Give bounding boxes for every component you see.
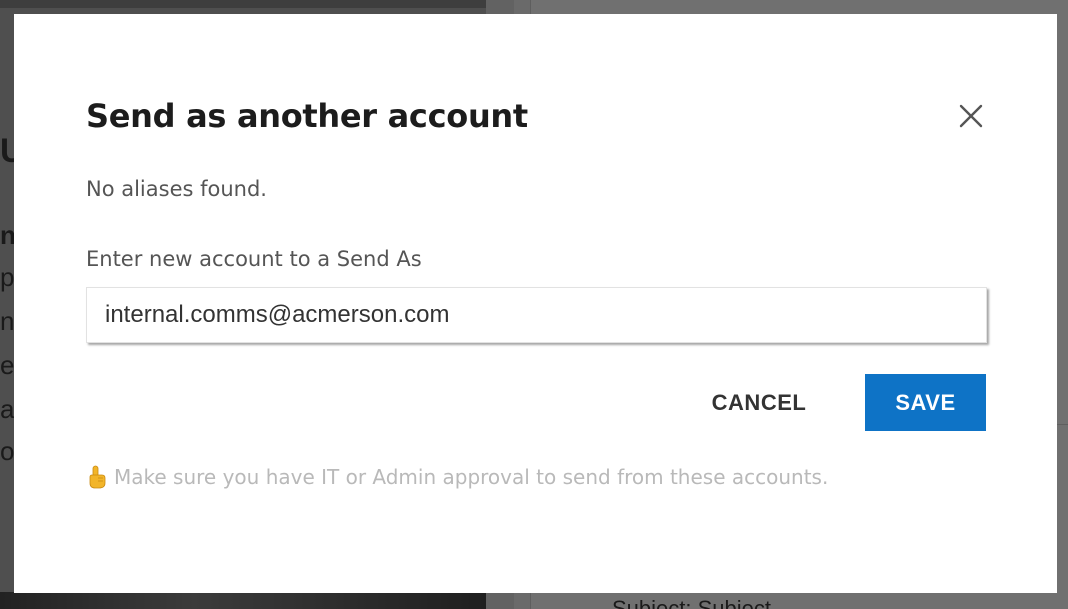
background-text-fragment: p: [0, 262, 15, 292]
send-as-dialog: Send as another account No aliases found…: [14, 14, 1057, 593]
pointing-hand-icon: [89, 465, 106, 489]
save-button[interactable]: SAVE: [865, 374, 986, 431]
background-text-fragment: n: [0, 306, 15, 336]
background-top-strip: [0, 0, 486, 8]
background-subject-label: Subject: Subject: [612, 596, 771, 609]
approval-hint: Make sure you have IT or Admin approval …: [86, 464, 828, 490]
cancel-button[interactable]: CANCEL: [694, 374, 824, 431]
close-button[interactable]: [956, 101, 986, 131]
no-aliases-message: No aliases found.: [86, 177, 267, 201]
dialog-title: Send as another account: [86, 97, 528, 135]
send-as-field-label: Enter new account to a Send As: [86, 247, 422, 271]
background-text-fragment: e: [0, 350, 15, 380]
close-icon: [959, 104, 983, 128]
approval-hint-text: Make sure you have IT or Admin approval …: [114, 465, 829, 489]
background-text-fragment: a: [0, 394, 15, 424]
background-text-fragment: o: [0, 436, 15, 466]
background-image-strip: [0, 592, 486, 609]
send-as-email-input[interactable]: [86, 287, 987, 343]
